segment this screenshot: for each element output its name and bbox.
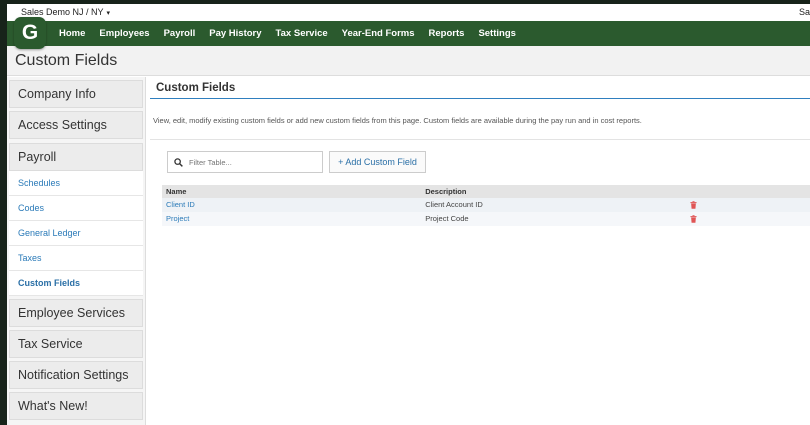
sidebar-item-employee-services[interactable]: Employee Services: [9, 299, 143, 327]
row-actions: [690, 198, 810, 212]
trash-icon[interactable]: [690, 215, 697, 223]
search-box[interactable]: [167, 151, 323, 173]
main-content: Custom Fields View, edit, modify existin…: [150, 77, 810, 425]
sidebar-item-access-settings[interactable]: Access Settings: [9, 111, 143, 139]
table-header: Name Description: [162, 185, 810, 198]
nav-employees[interactable]: Employees: [99, 28, 149, 39]
column-header-description[interactable]: Description: [421, 185, 690, 198]
nav-year-end-forms[interactable]: Year-End Forms: [342, 28, 415, 39]
column-header-actions: [690, 185, 810, 198]
sidebar-item-general-ledger[interactable]: General Ledger: [9, 221, 143, 246]
main-nav: G Home Employees Payroll Pay History Tax…: [7, 17, 810, 49]
table-row: Client ID Client Account ID: [162, 198, 810, 212]
logo[interactable]: G: [14, 17, 46, 49]
sidebar-item-tax-service[interactable]: Tax Service: [9, 330, 143, 358]
company-selector[interactable]: Sales Demo NJ / NY ▾: [21, 7, 110, 17]
nav-payroll[interactable]: Payroll: [164, 28, 196, 39]
section-title: Custom Fields: [150, 77, 810, 99]
nav-settings[interactable]: Settings: [478, 28, 515, 39]
field-name-link[interactable]: Project: [162, 212, 421, 226]
page-title: Custom Fields: [7, 46, 810, 76]
sidebar: Company Info Access Settings Payroll Sch…: [7, 77, 146, 425]
table-toolbar: + Add Custom Field: [150, 151, 810, 173]
field-description: Client Account ID: [425, 200, 483, 209]
field-description: Project Code: [425, 214, 469, 223]
sidebar-item-notification-settings[interactable]: Notification Settings: [9, 361, 143, 389]
nav-home[interactable]: Home: [59, 28, 85, 39]
nav-pay-history[interactable]: Pay History: [209, 28, 261, 39]
sidebar-item-payroll[interactable]: Payroll: [9, 143, 143, 171]
trash-icon[interactable]: [690, 201, 697, 209]
add-custom-field-button[interactable]: + Add Custom Field: [329, 151, 426, 173]
sidebar-item-whats-new[interactable]: What's New!: [9, 392, 143, 420]
custom-fields-table: Name Description Client ID Client Accoun…: [162, 185, 810, 226]
sidebar-item-schedules[interactable]: Schedules: [9, 171, 143, 196]
table-row: Project Project Code: [162, 212, 810, 226]
sidebar-item-taxes[interactable]: Taxes: [9, 246, 143, 271]
app-window: Sales Demo NJ / NY ▾ Sa G Home Employees …: [7, 4, 810, 425]
sidebar-item-custom-fields[interactable]: Custom Fields: [9, 271, 143, 296]
payroll-submenu: Schedules Codes General Ledger Taxes Cus…: [9, 171, 143, 296]
row-actions: [690, 212, 810, 226]
company-bar: Sales Demo NJ / NY ▾ Sa: [7, 4, 810, 21]
column-header-name[interactable]: Name: [162, 185, 421, 198]
chevron-down-icon: ▾: [106, 10, 111, 17]
user-menu[interactable]: Sa: [799, 4, 810, 21]
divider: [150, 139, 810, 140]
company-name: Sales Demo NJ / NY: [21, 7, 104, 17]
description-text: View, edit, modify existing custom field…: [153, 116, 642, 125]
search-icon: [174, 157, 183, 167]
search-input[interactable]: [189, 157, 309, 167]
sidebar-item-codes[interactable]: Codes: [9, 196, 143, 221]
nav-tax-service[interactable]: Tax Service: [276, 28, 328, 39]
nav-reports[interactable]: Reports: [429, 28, 465, 39]
field-name-link[interactable]: Client ID: [162, 198, 421, 212]
sidebar-item-company-info[interactable]: Company Info: [9, 80, 143, 108]
